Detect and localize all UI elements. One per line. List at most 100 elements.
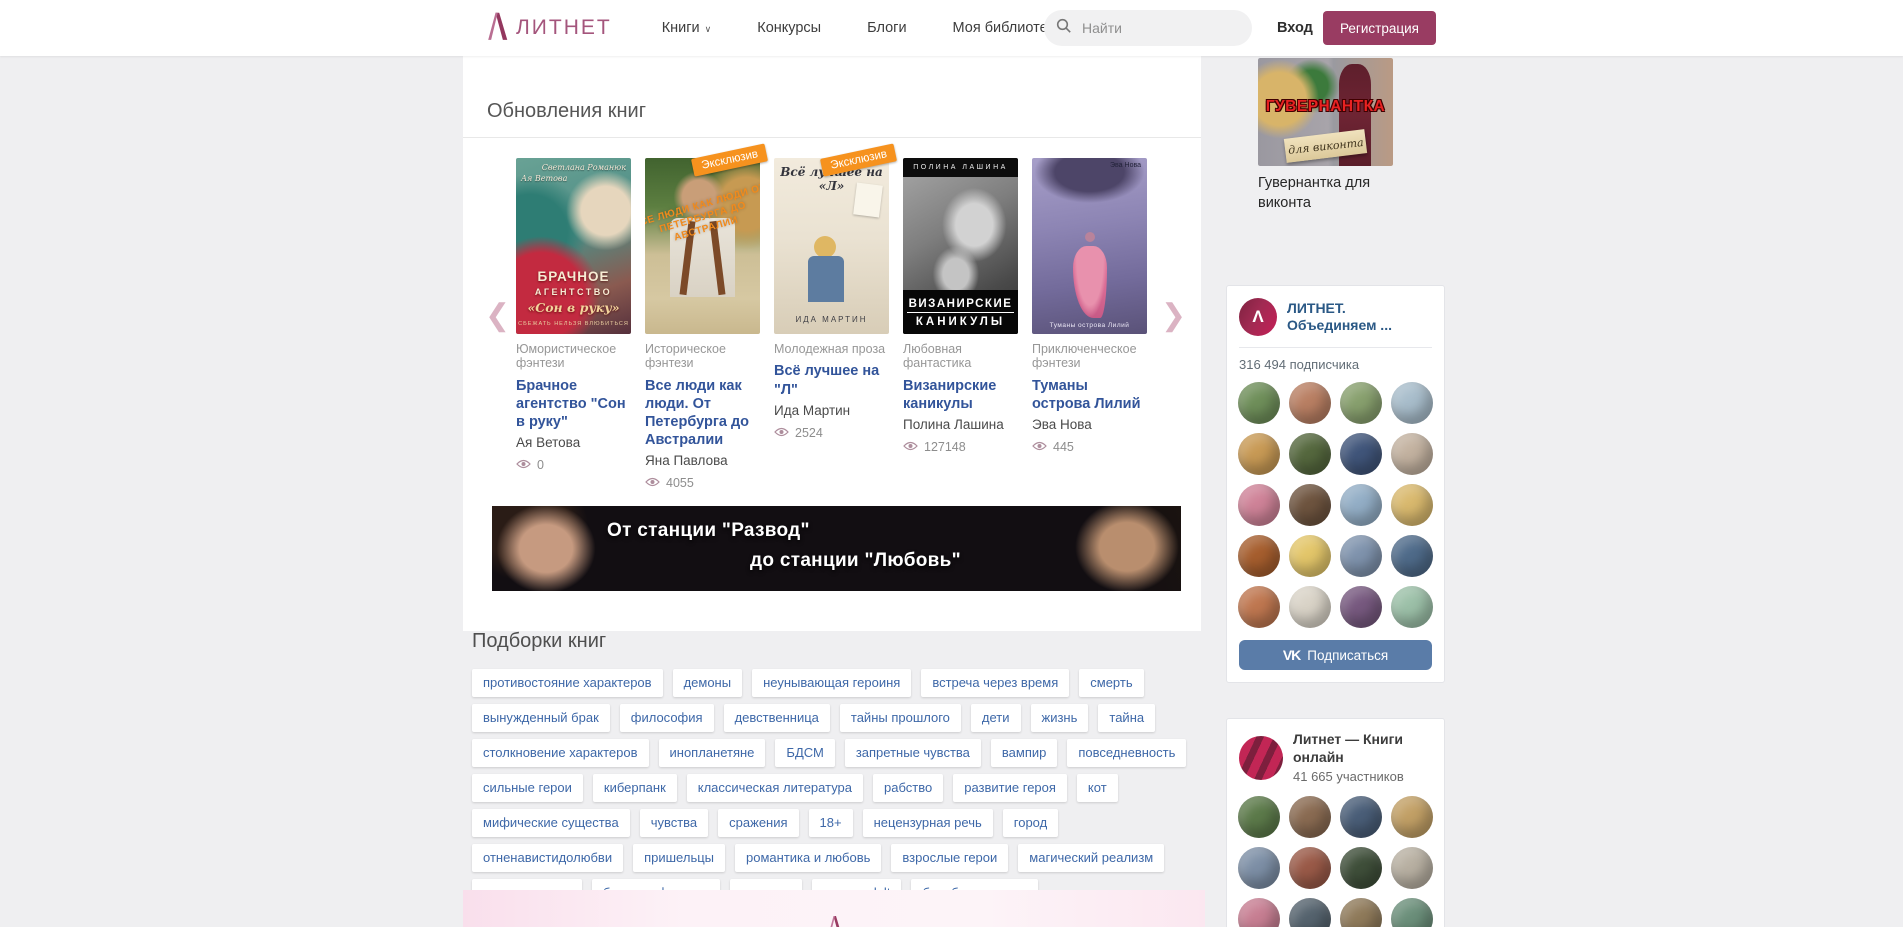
nav-item-2[interactable]: Конкурсы — [757, 20, 821, 36]
vk-member-avatar[interactable] — [1340, 382, 1382, 424]
vk-group-logo[interactable]: Λ — [1239, 298, 1277, 336]
collection-tag[interactable]: киберпанк — [593, 774, 677, 802]
search-input[interactable] — [1080, 19, 1240, 37]
collection-tag[interactable]: рабство — [873, 774, 943, 802]
collection-tag[interactable]: запретные чувства — [845, 739, 981, 767]
vk-member-avatar[interactable] — [1289, 433, 1331, 475]
vk-member-avatar[interactable] — [1289, 586, 1331, 628]
collection-tag[interactable]: неунывающая героиня — [752, 669, 911, 697]
vk-member-avatar[interactable] — [1238, 898, 1280, 927]
collection-tag[interactable]: пришельцы — [633, 844, 725, 872]
vk-member-avatar[interactable] — [1340, 796, 1382, 838]
book-cover-link[interactable]: Светлана РоманюкАя ВетоваБРАЧНОЕАГЕНТСТВ… — [516, 158, 631, 334]
vk-subscribe-button[interactable]: VK Подписаться — [1239, 640, 1432, 670]
collection-tag[interactable]: мифические существа — [472, 809, 630, 837]
book-cover-link[interactable]: ПОЛИНА ЛАШИНАВИЗАНИРСКИЕКАНИКУЛЫ — [903, 158, 1018, 334]
collection-tag[interactable]: чувства — [640, 809, 708, 837]
vk-member-avatar[interactable] — [1340, 484, 1382, 526]
collection-tag[interactable]: романтика и любовь — [735, 844, 881, 872]
collection-tag[interactable]: смерть — [1079, 669, 1143, 697]
collection-tag[interactable]: вынужденный брак — [472, 704, 610, 732]
vk-community-title-link[interactable]: Литнет — Книги онлайн — [1293, 731, 1432, 766]
collection-tag[interactable]: встреча через время — [921, 669, 1069, 697]
logo[interactable]: ЛИТНЕТ — [486, 9, 612, 48]
collection-tag[interactable]: девственница — [724, 704, 830, 732]
vk-member-avatar[interactable] — [1238, 484, 1280, 526]
vk-member-avatar[interactable] — [1391, 535, 1433, 577]
book-cover-link[interactable]: Эва НоваТуманы острова Лилий — [1032, 158, 1147, 334]
collection-tag[interactable]: философия — [620, 704, 714, 732]
collection-tag[interactable]: город — [1003, 809, 1058, 837]
carousel-next-button[interactable]: ❯ — [1161, 301, 1186, 331]
promo-banner[interactable]: От станции "Развод" до станции "Любовь" — [492, 506, 1181, 591]
collection-tag[interactable]: магический реализм — [1018, 844, 1164, 872]
page: ЛИТНЕТ Книги∨КонкурсыБлогиМоя библиотека… — [0, 0, 1903, 927]
vk-member-avatar[interactable] — [1391, 484, 1433, 526]
login-link[interactable]: Вход — [1277, 20, 1313, 36]
book-title-link[interactable]: Все люди как люди. От Петербурга до Авст… — [645, 377, 760, 450]
vk-member-avatar[interactable] — [1238, 847, 1280, 889]
book-cover-link[interactable]: ВСЕ ЛЮДИ КАК ЛЮДИ ОТ ПЕТЕРБУРГА ДО АВСТР… — [645, 158, 760, 334]
vk-member-avatar[interactable] — [1340, 433, 1382, 475]
collection-tag[interactable]: вампир — [991, 739, 1057, 767]
collection-tag[interactable]: взрослые герои — [891, 844, 1008, 872]
vk-member-avatar[interactable] — [1391, 382, 1433, 424]
vk-member-avatar[interactable] — [1391, 586, 1433, 628]
book-title-link[interactable]: Брачное агентство "Сон в руку" — [516, 377, 631, 431]
collection-tag[interactable]: БДСМ — [775, 739, 834, 767]
vk-member-avatar[interactable] — [1340, 586, 1382, 628]
collection-tag[interactable]: инопланетяне — [659, 739, 766, 767]
vk-member-avatar[interactable] — [1238, 796, 1280, 838]
vk-member-avatar[interactable] — [1238, 433, 1280, 475]
vk-member-avatar[interactable] — [1238, 382, 1280, 424]
book-title-link[interactable]: Всё лучшее на "Л" — [774, 362, 889, 398]
vk-member-avatar[interactable] — [1340, 535, 1382, 577]
collection-tag[interactable]: сражения — [718, 809, 798, 837]
views-eye-icon — [645, 476, 660, 490]
vk-member-avatar[interactable] — [1391, 796, 1433, 838]
vk-community-logo[interactable] — [1239, 736, 1283, 780]
collection-tag[interactable]: классическая литература — [687, 774, 863, 802]
sidebar-book-title-link[interactable]: Гувернантка для виконта — [1258, 174, 1408, 213]
nav-item-1[interactable]: Книги∨ — [662, 20, 712, 36]
nav-item-3[interactable]: Блоги — [867, 20, 906, 36]
collection-tag[interactable]: кот — [1077, 774, 1118, 802]
vk-member-avatar[interactable] — [1289, 796, 1331, 838]
collection-tag[interactable]: жизнь — [1031, 704, 1089, 732]
collection-tag[interactable]: отненавистидолюбви — [472, 844, 623, 872]
vk-member-avatar[interactable] — [1340, 847, 1382, 889]
vk-member-avatar[interactable] — [1391, 847, 1433, 889]
vk-member-avatar[interactable] — [1289, 847, 1331, 889]
collection-tag[interactable]: демоны — [673, 669, 743, 697]
vk-member-avatar[interactable] — [1238, 535, 1280, 577]
book-title-link[interactable]: Туманы острова Лилий — [1032, 377, 1147, 413]
carousel-prev-button[interactable]: ❮ — [485, 301, 510, 331]
collection-tag[interactable]: 18+ — [809, 809, 853, 837]
collection-tag[interactable]: тайна — [1098, 704, 1155, 732]
vk-member-avatar[interactable] — [1289, 382, 1331, 424]
collection-tag[interactable]: нецензурная речь — [863, 809, 993, 837]
vk-member-avatar[interactable] — [1340, 898, 1382, 927]
cover-title-text: БРАЧНОЕ — [516, 269, 631, 284]
collection-tag[interactable]: повседневность — [1067, 739, 1186, 767]
vk-member-avatar[interactable] — [1289, 535, 1331, 577]
sidebar-book-cover[interactable]: ГУВЕРНАНТКА для виконта — [1258, 58, 1393, 166]
book-views-count: 127148 — [924, 440, 966, 454]
vk-member-avatar[interactable] — [1289, 898, 1331, 927]
vk-member-avatar[interactable] — [1391, 433, 1433, 475]
book-cover-link[interactable]: Всё лучшее на «Л»ИДА МАРТИНЭксклюзив — [774, 158, 889, 334]
updates-title: Обновления книг — [463, 56, 1201, 137]
vk-member-avatar[interactable] — [1238, 586, 1280, 628]
register-button[interactable]: Регистрация — [1323, 11, 1436, 45]
views-eye-icon — [903, 440, 918, 454]
vk-member-avatar[interactable] — [1289, 484, 1331, 526]
book-title-link[interactable]: Визанирские каникулы — [903, 377, 1018, 413]
collection-tag[interactable]: развитие героя — [953, 774, 1067, 802]
vk-group-title-link[interactable]: ЛИТНЕТ. Объединяем ... — [1287, 300, 1432, 334]
collection-tag[interactable]: дети — [971, 704, 1021, 732]
collection-tag[interactable]: столкновение характеров — [472, 739, 649, 767]
vk-member-avatar[interactable] — [1391, 898, 1433, 927]
collection-tag[interactable]: сильные герои — [472, 774, 583, 802]
collection-tag[interactable]: тайны прошлого — [840, 704, 961, 732]
collection-tag[interactable]: противостояние характеров — [472, 669, 663, 697]
